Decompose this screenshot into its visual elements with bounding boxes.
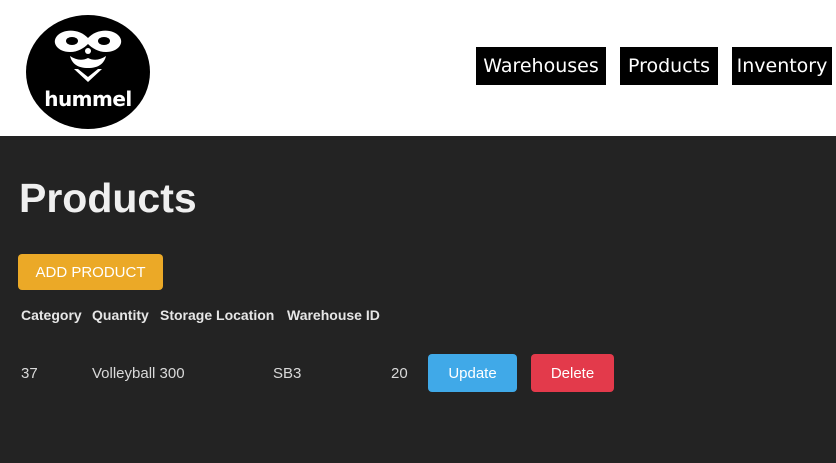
cell-category: 37 [21,365,38,382]
column-header-quantity: Quantity [92,307,149,323]
page-title: Products [19,175,197,221]
update-button[interactable]: Update [428,354,517,392]
nav-products[interactable]: Products [620,47,718,85]
logo-wordmark: hummel [44,87,132,111]
hummel-logo[interactable]: hummel [24,14,152,130]
cell-storage-location: SB3 [273,365,302,382]
cell-quantity: Volleyball 300 [92,365,185,382]
column-header-storage-location: Storage Location [160,307,275,323]
add-product-button[interactable]: ADD PRODUCT [18,254,163,290]
nav-warehouses[interactable]: Warehouses [476,47,606,85]
cell-warehouse-id: 20 [391,365,408,382]
main-content: Products ADD PRODUCT Category Quantity S… [0,136,836,463]
column-header-warehouse-id: Warehouse ID [287,307,380,323]
hummel-logo-icon [26,15,150,129]
header: hummel Warehouses Products Inventory [0,0,836,136]
column-header-category: Category [21,307,82,323]
nav-inventory[interactable]: Inventory [732,47,832,85]
delete-button[interactable]: Delete [531,354,614,392]
table-row: 37 Volleyball 300 SB3 20 Update Delete [0,354,836,394]
